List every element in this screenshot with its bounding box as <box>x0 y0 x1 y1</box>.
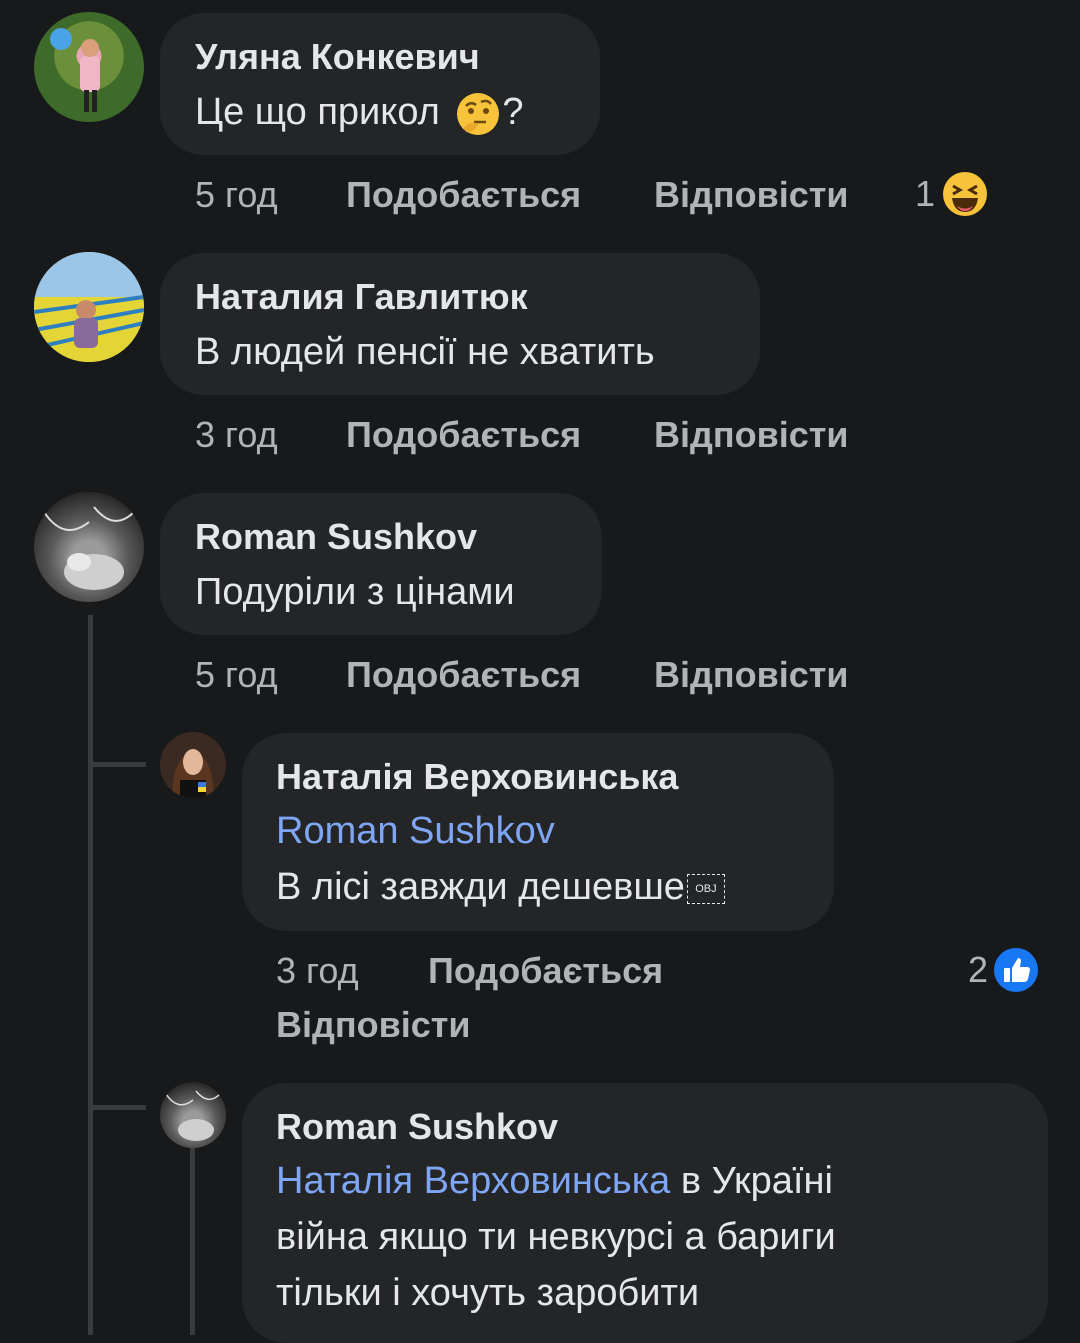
avatar-photo-icon <box>165 1090 221 1141</box>
avatar[interactable] <box>34 12 144 122</box>
reply-button[interactable]: Відповісти <box>654 654 849 696</box>
thinking-face-icon <box>457 92 500 135</box>
reaction-summary[interactable]: 2 <box>968 946 1040 994</box>
reply-thread-line <box>190 1140 195 1335</box>
reply-text-line-2: війна якщо ти невкурсі а бариги <box>276 1216 836 1258</box>
thread-line-main <box>88 615 93 1335</box>
avatar-photo-icon <box>172 749 214 798</box>
reply-button[interactable]: Відповісти <box>276 1004 471 1046</box>
reply-mention-link[interactable]: Roman Sushkov <box>276 803 555 859</box>
reply-author[interactable]: Roman Sushkov <box>276 1106 558 1148</box>
comment-time[interactable]: 5 год <box>195 654 278 696</box>
comment-text: В людей пенсії не хватить <box>195 331 655 373</box>
avatar[interactable] <box>34 492 144 602</box>
like-reaction-icon <box>994 948 1039 992</box>
laugh-reaction-icon <box>943 172 988 216</box>
avatar[interactable] <box>34 252 144 362</box>
like-button[interactable]: Подобається <box>428 950 663 992</box>
avatar-photo-icon <box>43 506 135 590</box>
like-button[interactable]: Подобається <box>346 174 581 216</box>
reply-text-line-3: тільки і хочуть заробити <box>276 1272 700 1314</box>
comment-text: Це що прикол ? <box>195 84 524 140</box>
comment-author[interactable]: Уляна Конкевич <box>195 36 480 78</box>
reaction-summary[interactable]: 1 <box>915 170 989 218</box>
reply-button[interactable]: Відповісти <box>654 174 849 216</box>
avatar-photo-icon <box>34 252 144 362</box>
like-button[interactable]: Подобається <box>346 414 581 456</box>
reply-button[interactable]: Відповісти <box>654 414 849 456</box>
reaction-count: 2 <box>968 949 989 990</box>
comment-time[interactable]: 3 год <box>195 414 278 456</box>
reply-mention-link[interactable]: Наталія Верховинська <box>276 1160 670 1202</box>
avatar[interactable] <box>160 732 226 798</box>
thread-branch-1 <box>88 762 146 767</box>
like-button[interactable]: Подобається <box>346 654 581 696</box>
reply-time[interactable]: 3 год <box>276 950 359 992</box>
avatar-photo-icon <box>50 28 100 112</box>
thread-branch-2 <box>88 1105 146 1110</box>
reply-author[interactable]: Наталія Верховинська <box>276 756 678 798</box>
reply-text-line-1: Наталія Верховинська в Україні <box>276 1160 833 1202</box>
comment-time[interactable]: 5 год <box>195 174 278 216</box>
avatar[interactable] <box>160 1082 226 1148</box>
reply-text: В лісі завжди дешевше OBJ <box>276 859 725 915</box>
reaction-count: 1 <box>915 173 936 214</box>
comment-author[interactable]: Roman Sushkov <box>195 516 477 558</box>
comment-author[interactable]: Наталия Гавлитюк <box>195 276 528 318</box>
object-replacement-icon: OBJ <box>686 873 725 904</box>
comment-text: Подуріли з цінами <box>195 571 515 613</box>
